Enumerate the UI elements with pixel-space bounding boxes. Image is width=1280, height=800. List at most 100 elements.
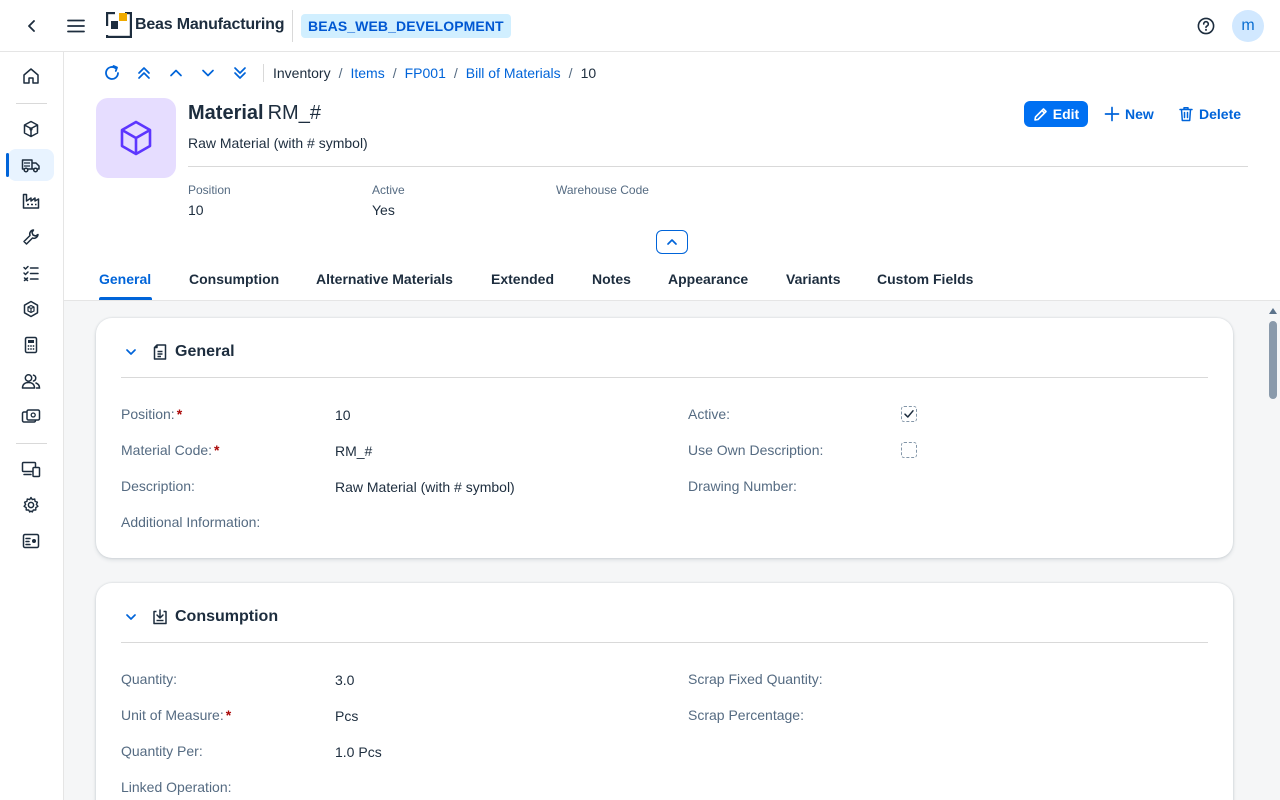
- description-label: Description:: [121, 478, 195, 494]
- scrap-percentage-label: Scrap Percentage:: [688, 707, 804, 723]
- nav-wrench-icon[interactable]: [8, 221, 54, 253]
- nav-product-hex-icon[interactable]: [8, 293, 54, 325]
- trash-icon: [1179, 107, 1193, 122]
- header-position-label: Position: [188, 183, 231, 197]
- tab-variants[interactable]: Variants: [786, 271, 840, 287]
- shell-separator: [292, 10, 293, 42]
- refresh-icon[interactable]: [100, 62, 124, 84]
- tab-general[interactable]: General: [99, 271, 151, 287]
- scrollbar-thumb[interactable]: [1269, 321, 1277, 399]
- pencil-icon: [1033, 107, 1047, 121]
- last-record-icon[interactable]: [228, 62, 252, 84]
- nav-task-list-icon[interactable]: [8, 257, 54, 289]
- delete-button[interactable]: Delete: [1178, 101, 1241, 127]
- user-avatar[interactable]: m: [1232, 10, 1264, 42]
- content-area: General Position: * 10 Material Code: * RM…: [64, 301, 1280, 800]
- breadcrumb-bill-of-materials[interactable]: Bill of Materials: [466, 65, 561, 81]
- nav-factory-icon[interactable]: [8, 185, 54, 217]
- material-code-value: RM_#: [335, 443, 373, 459]
- tab-extended[interactable]: Extended: [491, 271, 554, 287]
- breadcrumb-inventory: Inventory: [273, 65, 331, 81]
- chevron-down-icon[interactable]: [121, 342, 141, 362]
- collapse-header-button[interactable]: [656, 230, 688, 254]
- additional-information-label: Additional Information:: [121, 514, 261, 530]
- breadcrumb-items[interactable]: Items: [350, 65, 384, 81]
- beas-logo-icon: [105, 11, 133, 39]
- previous-record-icon[interactable]: [164, 62, 188, 84]
- nav-calculator-icon[interactable]: [8, 329, 54, 361]
- consumption-section-card: Consumption Quantity: 3.0 Unit of Measur…: [96, 583, 1233, 800]
- tab-consumption[interactable]: Consumption: [189, 271, 279, 287]
- tab-appearance[interactable]: Appearance: [668, 271, 748, 287]
- next-record-icon[interactable]: [196, 62, 220, 84]
- consumption-inbox-icon: [151, 608, 169, 626]
- system-badge: BEAS_WEB_DEVELOPMENT: [301, 14, 511, 38]
- header-warehouse-label: Warehouse Code: [556, 183, 649, 197]
- nav-items-cube-icon[interactable]: [8, 113, 54, 145]
- nav-settings-gear-icon[interactable]: [8, 489, 54, 521]
- active-label: Active:: [688, 406, 731, 422]
- nav-divider: [16, 443, 47, 444]
- nav-inventory-truck-icon[interactable]: [6, 149, 54, 181]
- object-id: RM_#: [267, 102, 321, 124]
- active-tab-indicator: [99, 297, 152, 300]
- help-icon[interactable]: [1194, 14, 1218, 38]
- general-section-title: General: [175, 343, 235, 360]
- quantity-per-value: 1.0 Pcs: [335, 744, 382, 760]
- header-divider: [188, 166, 1248, 167]
- general-section-header: General: [121, 340, 235, 364]
- chevron-down-icon[interactable]: [121, 607, 141, 627]
- checkmark-icon: [904, 410, 914, 418]
- vertical-scrollbar[interactable]: [1266, 303, 1280, 800]
- scrap-fixed-quantity-label: Scrap Fixed Quantity:: [688, 671, 823, 687]
- unit-of-measure-value: Pcs: [335, 708, 359, 724]
- header-active-label: Active: [372, 183, 405, 197]
- edit-button-label: Edit: [1052, 106, 1080, 122]
- nav-divider: [16, 103, 47, 104]
- breadcrumb: Inventory / Items / FP001 / Bill of Mate…: [273, 65, 597, 81]
- section-divider: [121, 377, 1208, 378]
- description-value: Raw Material (with # symbol): [335, 479, 515, 495]
- document-icon: [151, 343, 169, 361]
- use-own-description-checkbox[interactable]: [901, 442, 917, 458]
- breadcrumb-fp001[interactable]: FP001: [405, 65, 446, 81]
- quantity-per-label: Quantity Per:: [121, 743, 203, 759]
- tab-notes[interactable]: Notes: [592, 271, 631, 287]
- section-divider: [121, 642, 1208, 643]
- consumption-section-header: Consumption: [121, 605, 278, 629]
- navigation-toolbar: [100, 62, 260, 84]
- brand-name: Beas Manufacturing: [135, 16, 285, 33]
- object-avatar: [96, 98, 176, 178]
- nav-people-icon[interactable]: [8, 365, 54, 397]
- position-label: Position: *: [121, 406, 183, 422]
- nav-devices-icon[interactable]: [8, 453, 54, 485]
- object-title: Material RM_#: [188, 102, 321, 125]
- new-button[interactable]: New: [1104, 101, 1154, 127]
- plus-icon: [1104, 106, 1120, 122]
- edit-button[interactable]: Edit: [1024, 101, 1088, 127]
- nav-payment-icon[interactable]: [8, 401, 54, 433]
- tab-custom-fields[interactable]: Custom Fields: [877, 271, 973, 287]
- header-position-value: 10: [188, 202, 204, 218]
- back-arrow-icon[interactable]: [20, 14, 44, 38]
- chevron-up-icon: [667, 239, 677, 245]
- hamburger-menu-icon[interactable]: [63, 14, 89, 38]
- consumption-section-title: Consumption: [175, 608, 279, 625]
- nav-records-icon[interactable]: [8, 525, 54, 557]
- new-button-label: New: [1125, 106, 1154, 122]
- material-code-label: Material Code: *: [121, 442, 220, 458]
- quantity-label: Quantity:: [121, 671, 178, 687]
- object-type: Material: [188, 102, 264, 124]
- active-checkbox[interactable]: [901, 406, 917, 422]
- nav-home-icon[interactable]: [8, 60, 54, 92]
- side-navigation: [0, 52, 64, 800]
- general-section-card: General Position: * 10 Material Code: * RM…: [96, 318, 1233, 558]
- breadcrumb-current: 10: [580, 65, 597, 81]
- tab-alternative-materials[interactable]: Alternative Materials: [316, 271, 453, 287]
- shell-bar: Beas Manufacturing BEAS_WEB_DEVELOPMENT …: [0, 0, 1280, 52]
- scroll-up-arrow-icon[interactable]: [1267, 306, 1279, 316]
- position-value: 10: [335, 407, 351, 423]
- drawing-number-label: Drawing Number:: [688, 478, 797, 494]
- unit-of-measure-label: Unit of Measure: *: [121, 707, 232, 723]
- first-record-icon[interactable]: [132, 62, 156, 84]
